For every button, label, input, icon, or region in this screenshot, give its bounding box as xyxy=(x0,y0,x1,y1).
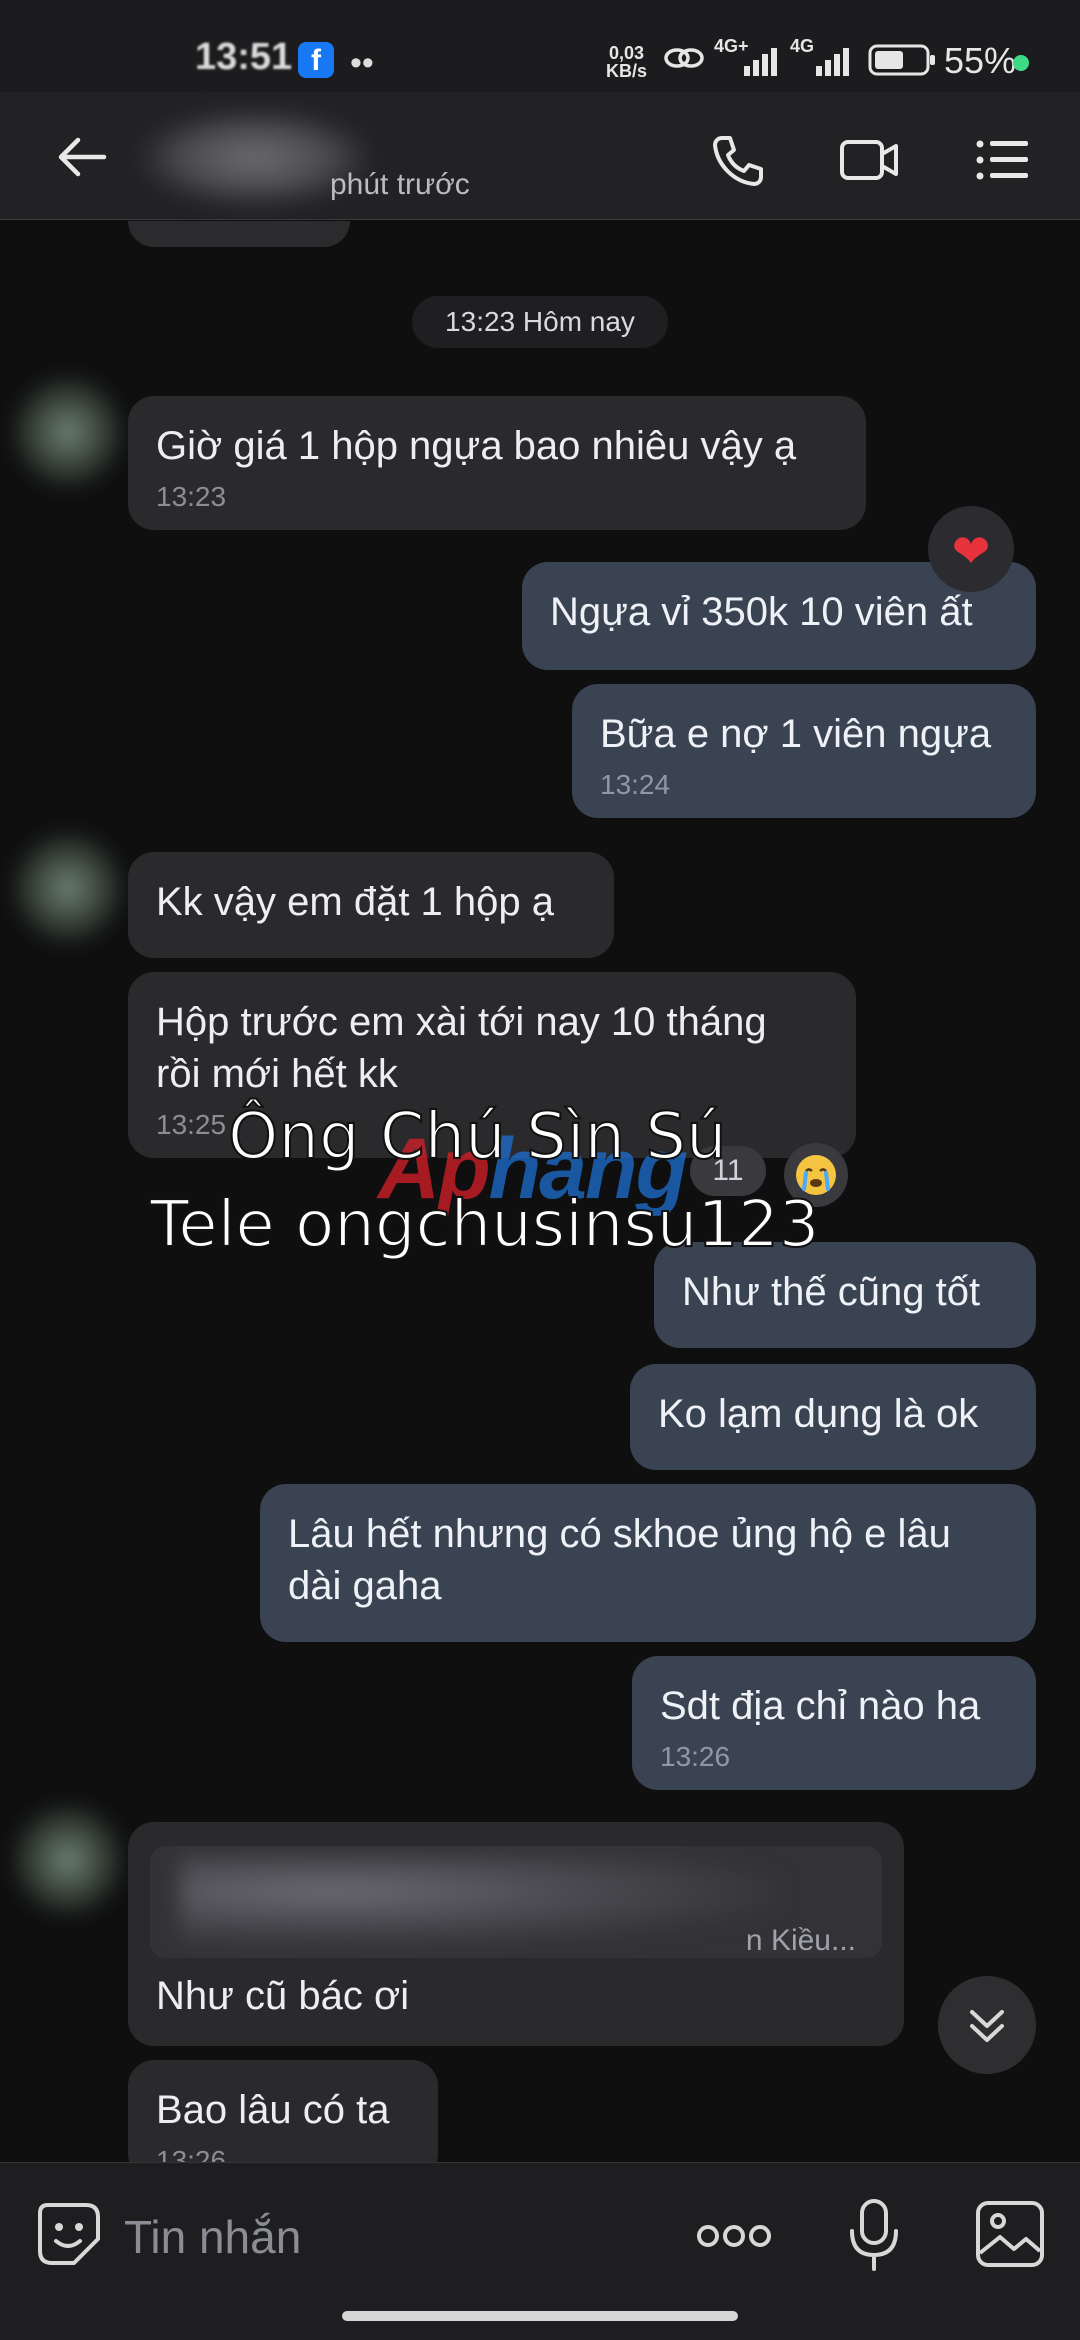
contact-avatar[interactable] xyxy=(8,828,128,948)
back-arrow-icon[interactable] xyxy=(52,130,112,184)
home-indicator[interactable] xyxy=(342,2311,738,2321)
contact-last-seen: phút trước xyxy=(330,168,470,201)
scroll-to-bottom-button[interactable] xyxy=(938,1976,1036,2074)
message-incoming[interactable]: Giờ giá 1 hộp ngựa bao nhiêu vậy ạ 13:23 xyxy=(128,396,866,530)
quoted-author: n Kiều... xyxy=(745,1924,856,1957)
facebook-icon: f xyxy=(298,42,334,78)
message-outgoing[interactable]: Bữa e nợ 1 viên ngựa 13:24 xyxy=(572,684,1036,818)
contact-avatar[interactable] xyxy=(8,372,128,492)
battery-percent: 55% xyxy=(944,40,1017,81)
message-input[interactable] xyxy=(124,2201,644,2273)
message-incoming[interactable]: Kk vậy em đặt 1 hộp ạ xyxy=(128,852,614,958)
chat-header: phút trước xyxy=(0,92,1080,220)
date-separator: 13:23 Hôm nay xyxy=(412,296,668,348)
hotspot-link-icon xyxy=(664,48,704,68)
microphone-icon[interactable] xyxy=(846,2197,902,2273)
message-input-bar xyxy=(0,2162,1080,2340)
notification-dots-icon: •• xyxy=(350,44,374,82)
contact-avatar[interactable] xyxy=(8,1800,128,1920)
watermark-line2: Tele ongchusinsu123 xyxy=(149,1187,820,1263)
quoted-content-blurred xyxy=(180,1856,780,1946)
battery-icon xyxy=(868,44,935,76)
previous-message-peek xyxy=(128,221,350,247)
menu-list-icon[interactable] xyxy=(972,130,1032,190)
heart-reaction-icon[interactable]: ❤ xyxy=(928,506,1014,592)
message-incoming-reply[interactable]: n Kiều... Như cũ bác ơi xyxy=(128,1822,904,2046)
message-outgoing[interactable]: Sdt địa chỉ nào ha 13:26 xyxy=(632,1656,1036,1790)
more-options-icon[interactable] xyxy=(696,2221,772,2251)
signal-4g-icon: 4G xyxy=(790,36,862,80)
status-bar: 13:51 f •• 0,03 KB/s 4G+ 4G 55% xyxy=(0,0,1080,92)
video-camera-icon[interactable] xyxy=(838,130,902,190)
network-speed: 0,03 KB/s xyxy=(606,43,648,81)
emoji-sticker-icon[interactable] xyxy=(34,2199,104,2269)
battery-status-dot xyxy=(1013,55,1029,71)
watermark-line1: Ông Chú Sìn Sú xyxy=(227,1099,728,1175)
message-outgoing[interactable]: Lâu hết nhưng có skhoe ủng hộ e lâu dài … xyxy=(260,1484,1036,1642)
status-time: 13:51 xyxy=(195,36,293,78)
phone-icon[interactable] xyxy=(708,130,768,190)
message-text: Như cũ bác ơi xyxy=(156,1974,410,2018)
signal-4g-plus-icon: 4G+ xyxy=(714,36,786,80)
message-outgoing[interactable]: Ko lạm dụng là ok xyxy=(630,1364,1036,1470)
image-gallery-icon[interactable] xyxy=(974,2199,1046,2269)
quoted-message[interactable]: n Kiều... xyxy=(150,1846,882,1958)
